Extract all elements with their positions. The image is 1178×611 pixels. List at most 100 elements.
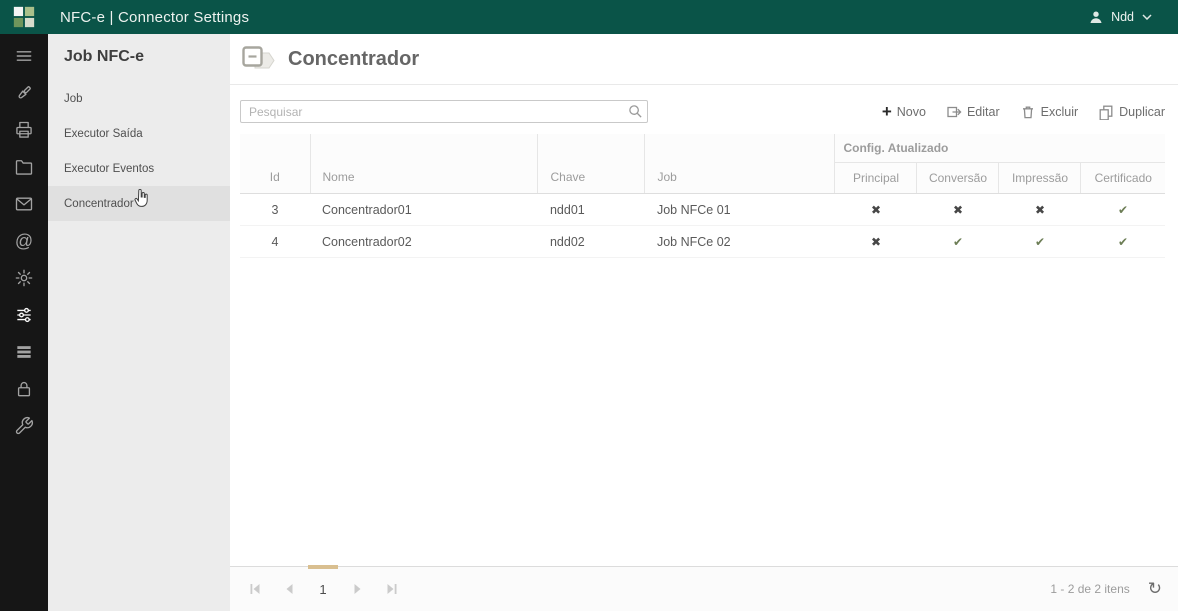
brush-icon bbox=[14, 83, 34, 103]
sidebar-title: Job NFC-e bbox=[48, 34, 230, 81]
rail-item-security[interactable] bbox=[0, 370, 48, 407]
check-icon: ✔ bbox=[999, 226, 1081, 258]
prev-page-button[interactable] bbox=[272, 567, 306, 611]
folder-icon bbox=[14, 157, 34, 177]
cross-icon: ✖ bbox=[835, 194, 917, 226]
excluir-label: Excluir bbox=[1041, 105, 1079, 119]
first-page-icon bbox=[249, 583, 262, 595]
novo-label: Novo bbox=[897, 105, 926, 119]
cell-id: 3 bbox=[240, 194, 310, 226]
chevron-down-icon bbox=[1142, 14, 1152, 20]
page-header: Concentrador bbox=[230, 34, 1178, 85]
rail-item-menu[interactable] bbox=[0, 37, 48, 74]
refresh-button[interactable]: ↻ bbox=[1148, 581, 1162, 598]
check-icon: ✔ bbox=[1081, 194, 1165, 226]
data-grid: Id Nome Chave Job Config. Atualizado Pri… bbox=[230, 134, 1178, 258]
col-header-conversao[interactable]: Conversão bbox=[917, 163, 999, 194]
rail-item-mentions[interactable]: @ bbox=[0, 222, 48, 259]
rail-item-jobs[interactable] bbox=[0, 148, 48, 185]
cross-icon: ✖ bbox=[917, 194, 999, 226]
page-1-button[interactable]: 1 bbox=[306, 582, 340, 597]
gear-icon bbox=[14, 268, 34, 288]
cell-id: 4 bbox=[240, 226, 310, 258]
col-group-config-atualizado: Config. Atualizado bbox=[835, 134, 1165, 163]
last-page-button[interactable] bbox=[374, 567, 408, 611]
next-page-button[interactable] bbox=[340, 567, 374, 611]
mail-icon bbox=[14, 194, 34, 214]
page-title: Concentrador bbox=[288, 48, 419, 71]
col-header-job[interactable]: Job bbox=[645, 134, 835, 194]
user-name: Ndd bbox=[1111, 10, 1134, 24]
rail-item-tools[interactable] bbox=[0, 407, 48, 444]
col-header-principal[interactable]: Principal bbox=[835, 163, 917, 194]
wrench-icon bbox=[14, 416, 34, 436]
check-icon: ✔ bbox=[1081, 226, 1165, 258]
edit-icon bbox=[946, 104, 962, 120]
cross-icon: ✖ bbox=[999, 194, 1081, 226]
rail-item-connector-settings[interactable] bbox=[0, 296, 48, 333]
refresh-icon: ↻ bbox=[1148, 579, 1162, 599]
user-menu[interactable]: Ndd bbox=[1077, 10, 1178, 24]
cell-chave: ndd02 bbox=[538, 226, 645, 258]
editar-button[interactable]: Editar bbox=[946, 104, 1000, 120]
copy-icon bbox=[1098, 104, 1114, 120]
topbar: NFC-e | Connector Settings Ndd bbox=[0, 0, 1178, 34]
sidebar-item-executor-eventos[interactable]: Executor Eventos bbox=[48, 151, 230, 186]
icon-rail: @ bbox=[0, 34, 48, 611]
search-box bbox=[240, 100, 648, 123]
cell-chave: ndd01 bbox=[538, 194, 645, 226]
rail-item-connector[interactable] bbox=[0, 74, 48, 111]
logo-icon bbox=[12, 5, 36, 29]
novo-button[interactable]: + Novo bbox=[882, 105, 926, 119]
duplicar-label: Duplicar bbox=[1119, 105, 1165, 119]
editar-label: Editar bbox=[967, 105, 1000, 119]
rail-item-queue[interactable] bbox=[0, 333, 48, 370]
menu-icon bbox=[14, 46, 34, 66]
pager-info: 1 - 2 de 2 itens bbox=[1050, 582, 1129, 596]
col-header-id[interactable]: Id bbox=[240, 134, 310, 194]
pager: 1 1 - 2 de 2 itens ↻ bbox=[230, 566, 1178, 611]
duplicar-button[interactable]: Duplicar bbox=[1098, 104, 1165, 120]
rail-item-printer[interactable] bbox=[0, 111, 48, 148]
col-header-chave[interactable]: Chave bbox=[538, 134, 645, 194]
sidebar-item-job[interactable]: Job bbox=[48, 81, 230, 116]
rail-item-mail[interactable] bbox=[0, 185, 48, 222]
concentrador-table: Id Nome Chave Job Config. Atualizado Pri… bbox=[240, 134, 1165, 258]
col-header-impressao[interactable]: Impressão bbox=[999, 163, 1081, 194]
app-logo[interactable] bbox=[0, 0, 48, 34]
last-page-icon bbox=[385, 583, 398, 595]
col-header-certificado[interactable]: Certificado bbox=[1081, 163, 1165, 194]
table-row-concentrador02[interactable]: 4 Concentrador02 ndd02 Job NFCe 02 ✖ ✔ ✔… bbox=[240, 226, 1165, 258]
grid-controls: + Novo Editar bbox=[230, 85, 1178, 134]
lock-icon bbox=[14, 379, 34, 399]
concentrador-page-icon bbox=[242, 46, 276, 73]
sliders-icon bbox=[14, 305, 34, 325]
prev-page-icon bbox=[283, 583, 296, 595]
sidebar-item-executor-saida[interactable]: Executor Saída bbox=[48, 116, 230, 151]
cell-job: Job NFCe 02 bbox=[645, 226, 835, 258]
table-row-concentrador01[interactable]: 3 Concentrador01 ndd01 Job NFCe 01 ✖ ✖ ✖… bbox=[240, 194, 1165, 226]
cell-job: Job NFCe 01 bbox=[645, 194, 835, 226]
col-header-nome[interactable]: Nome bbox=[310, 134, 538, 194]
excluir-button[interactable]: Excluir bbox=[1020, 104, 1079, 120]
rail-item-settings[interactable] bbox=[0, 259, 48, 296]
check-icon: ✔ bbox=[917, 226, 999, 258]
search-icon[interactable] bbox=[628, 104, 643, 119]
user-icon bbox=[1089, 10, 1103, 24]
search-input[interactable] bbox=[240, 100, 648, 123]
sidebar: Job NFC-e Job Executor Saída Executor Ev… bbox=[48, 34, 230, 611]
cross-icon: ✖ bbox=[835, 226, 917, 258]
trash-icon bbox=[1020, 104, 1036, 120]
first-page-button[interactable] bbox=[238, 567, 272, 611]
app-window: NFC-e | Connector Settings Ndd bbox=[0, 0, 1178, 611]
queue-icon bbox=[14, 342, 34, 362]
sidebar-item-concentrador[interactable]: Concentrador bbox=[48, 186, 230, 221]
app-title: NFC-e | Connector Settings bbox=[60, 9, 249, 26]
plus-icon: + bbox=[882, 105, 892, 119]
printer-icon bbox=[14, 120, 34, 140]
main-content: Concentrador + Novo bbox=[230, 34, 1178, 611]
cell-nome: Concentrador02 bbox=[310, 226, 538, 258]
at-icon: @ bbox=[15, 232, 33, 250]
cell-nome: Concentrador01 bbox=[310, 194, 538, 226]
toolbar: + Novo Editar bbox=[882, 104, 1165, 120]
